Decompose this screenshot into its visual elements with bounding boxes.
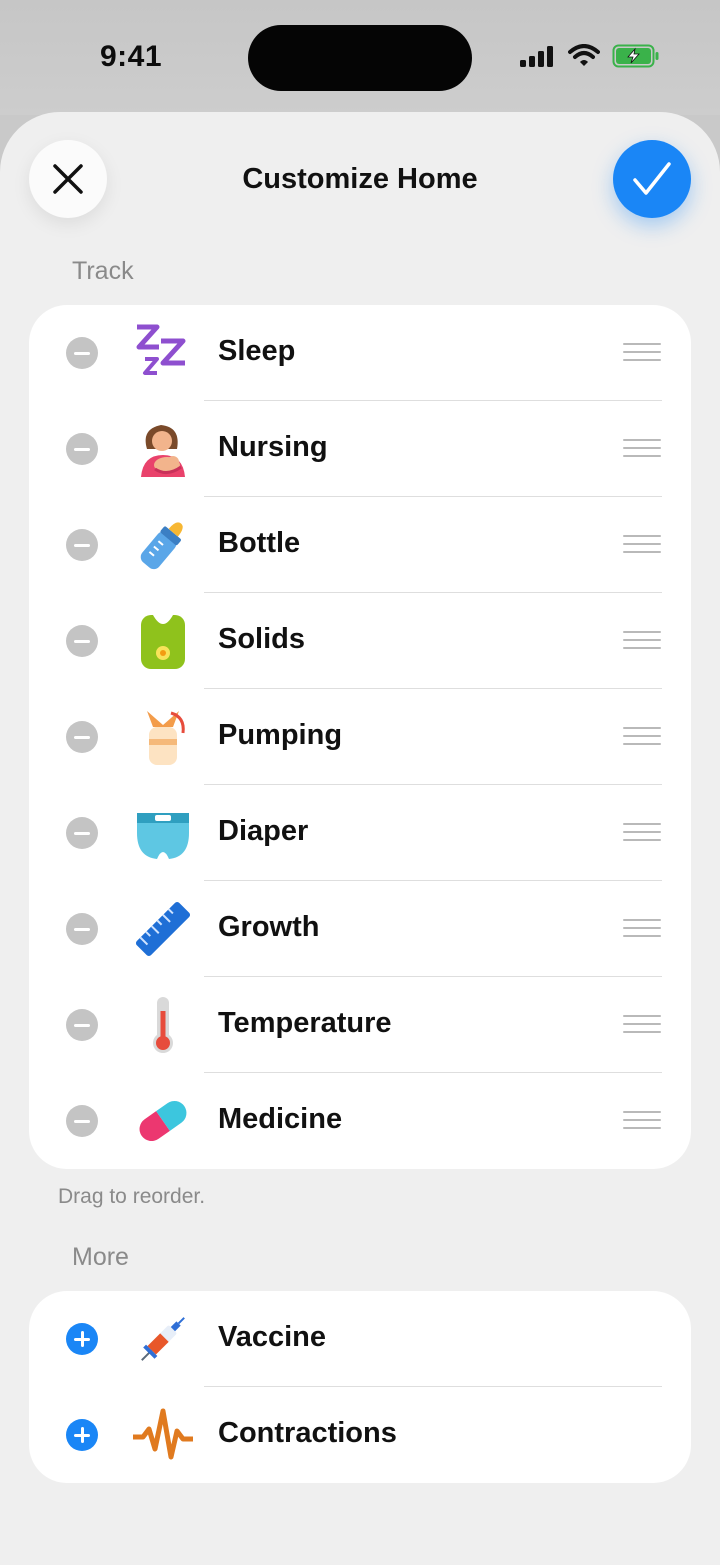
page-title: Customize Home: [242, 163, 478, 195]
list-item[interactable]: Bottle: [29, 497, 691, 593]
drag-handle[interactable]: [623, 919, 661, 941]
bottle-icon: [140, 522, 183, 570]
remove-button[interactable]: [66, 433, 98, 465]
item-label: Bottle: [218, 527, 301, 559]
more-list: Vaccine Contractions: [29, 1291, 691, 1483]
add-button[interactable]: [66, 1419, 98, 1451]
status-bar: 9:41: [0, 0, 720, 115]
drag-handle[interactable]: [623, 823, 661, 845]
thermometer-icon: [153, 997, 173, 1053]
dynamic-island: [248, 25, 472, 91]
item-label: Vaccine: [218, 1321, 327, 1353]
list-item[interactable]: Medicine: [29, 1073, 691, 1169]
item-label: Growth: [218, 911, 320, 943]
syringe-icon: [141, 1317, 185, 1361]
pill-icon: [139, 1100, 187, 1142]
remove-button[interactable]: [66, 529, 98, 561]
nursing-icon: [141, 425, 185, 477]
drag-handle[interactable]: [623, 439, 661, 461]
item-label: Diaper: [218, 815, 309, 847]
drag-handle[interactable]: [623, 535, 661, 557]
list-item[interactable]: Pumping: [29, 689, 691, 785]
list-item[interactable]: Diaper: [29, 785, 691, 881]
remove-button[interactable]: [66, 817, 98, 849]
item-label: Pumping: [218, 719, 343, 751]
item-label: Temperature: [218, 1007, 392, 1039]
remove-button[interactable]: [66, 337, 98, 369]
list-item[interactable]: Sleep: [29, 305, 691, 401]
remove-button[interactable]: [66, 1105, 98, 1137]
remove-button[interactable]: [66, 721, 98, 753]
list-item[interactable]: Contractions: [29, 1387, 691, 1483]
item-label: Sleep: [218, 335, 296, 367]
remove-button[interactable]: [66, 913, 98, 945]
drag-handle[interactable]: [623, 631, 661, 653]
drag-handle[interactable]: [623, 1111, 661, 1133]
diaper-icon: [137, 813, 189, 859]
done-button[interactable]: [613, 140, 691, 218]
remove-button[interactable]: [66, 1009, 98, 1041]
list-item[interactable]: Temperature: [29, 977, 691, 1073]
cellular-signal-icon: [520, 46, 553, 67]
battery-charging-icon: [612, 44, 659, 68]
bib-icon: [141, 615, 185, 669]
status-time: 9:41: [100, 40, 163, 73]
section-label-track: Track: [72, 257, 134, 285]
drag-handle[interactable]: [623, 1015, 661, 1037]
section-label-more: More: [72, 1243, 129, 1271]
item-label: Nursing: [218, 431, 328, 463]
item-label: Solids: [218, 623, 306, 655]
item-label: Contractions: [218, 1417, 397, 1449]
wifi-icon: [568, 44, 600, 66]
list-item[interactable]: Nursing: [29, 401, 691, 497]
drag-hint: Drag to reorder.: [58, 1185, 206, 1208]
status-icons: [520, 44, 660, 68]
drag-handle[interactable]: [623, 727, 661, 749]
item-label: Medicine: [218, 1103, 343, 1135]
checkmark-icon: [633, 162, 671, 195]
list-item[interactable]: Solids: [29, 593, 691, 689]
breast-pump-icon: [147, 711, 185, 765]
list-item[interactable]: Growth: [29, 881, 691, 977]
remove-button[interactable]: [66, 625, 98, 657]
add-button[interactable]: [66, 1323, 98, 1355]
sleep-icon: [136, 324, 186, 375]
ruler-icon: [135, 901, 191, 957]
drag-handle[interactable]: [623, 343, 661, 365]
pulse-icon: [133, 1408, 193, 1460]
track-list: Sleep Nursing Bottle Solids Pumping Diap…: [29, 305, 691, 1169]
list-item[interactable]: Vaccine: [29, 1291, 691, 1387]
